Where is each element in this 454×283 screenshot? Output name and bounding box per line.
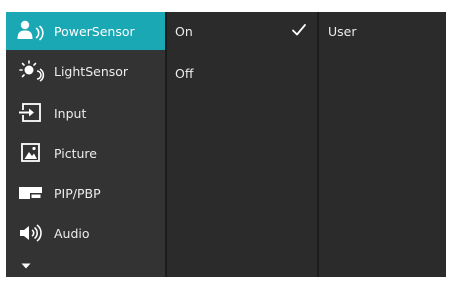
menu-item-label: LightSensor [54, 63, 129, 79]
menu-item-label: Picture [54, 145, 97, 161]
picture-icon [16, 141, 46, 165]
option-on[interactable]: On [167, 12, 317, 50]
menu-item-label: Input [54, 105, 87, 121]
option-off[interactable]: Off [167, 54, 317, 92]
power-sensor-icon [16, 19, 46, 43]
checkmark-icon [291, 22, 307, 38]
audio-icon [16, 221, 46, 245]
pip-pbp-icon [16, 181, 46, 205]
chevron-down-icon[interactable] [19, 261, 33, 271]
options-panel: On Off [167, 12, 319, 277]
main-menu: PowerSensor LightSensor Input Picture PI… [6, 12, 167, 277]
value-panel: User [319, 12, 446, 277]
input-icon [16, 101, 46, 125]
menu-item-pip-pbp[interactable]: PIP/PBP [6, 174, 165, 212]
osd-menu: PowerSensor LightSensor Input Picture PI… [6, 12, 446, 277]
menu-item-label: Audio [54, 225, 90, 241]
menu-item-label: PIP/PBP [54, 185, 101, 201]
menu-item-lightsensor[interactable]: LightSensor [6, 52, 165, 90]
menu-item-label: PowerSensor [54, 23, 135, 39]
menu-item-audio[interactable]: Audio [6, 214, 165, 252]
menu-item-input[interactable]: Input [6, 94, 165, 132]
light-sensor-icon [16, 59, 46, 83]
menu-item-powersensor[interactable]: PowerSensor [6, 12, 165, 50]
option-label: On [175, 23, 193, 39]
menu-item-picture[interactable]: Picture [6, 134, 165, 172]
value-user[interactable]: User [328, 12, 357, 50]
option-label: Off [175, 65, 194, 81]
